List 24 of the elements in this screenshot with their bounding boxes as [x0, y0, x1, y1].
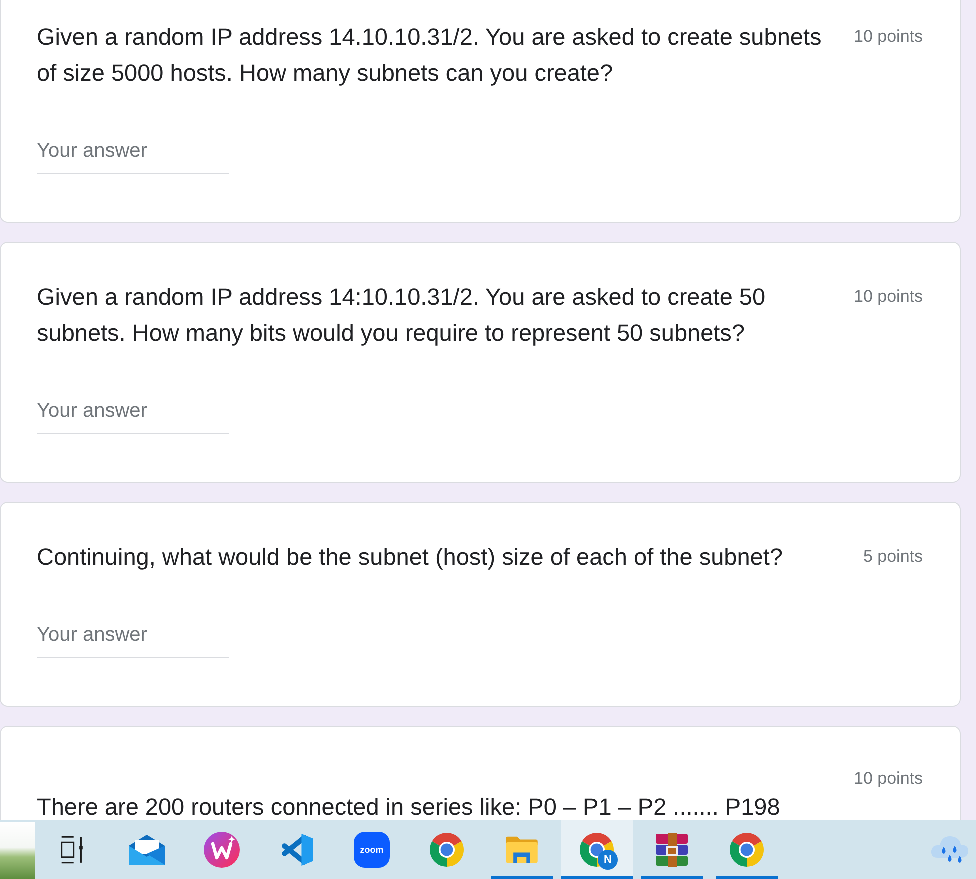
- taskbar-button[interactable]: N: [561, 820, 633, 879]
- envelope-icon: [129, 834, 165, 864]
- answer-field[interactable]: Your answer: [37, 397, 229, 434]
- answer-field[interactable]: Your answer: [37, 621, 229, 658]
- question-text: Given a random IP address 14:10.10.31/2. You are asked to create 50 subnets. How many bits would you require to represent 50 subnets?: [37, 283, 767, 348]
- points-label: 10 points: [854, 286, 923, 308]
- question-text: Continuing, what would be the subnet (host) size of each of the subnet?: [37, 543, 784, 572]
- taskbar-button[interactable]: zoom: [336, 820, 408, 879]
- profile-badge: N: [598, 850, 618, 870]
- points-label: 5 points: [863, 546, 923, 568]
- zigzag-circle-icon: [204, 832, 240, 868]
- app-logo: zoom: [354, 832, 390, 868]
- points-label: 10 points: [854, 26, 923, 48]
- photo-placeholder[interactable]: [0, 822, 35, 879]
- answer-field[interactable]: Your answer: [37, 137, 229, 174]
- points-label: 10 points: [854, 768, 923, 790]
- segmented-circle-icon: [429, 832, 465, 868]
- folder-icon: [505, 836, 539, 864]
- ribbon-icon: [280, 832, 314, 866]
- question-text: There are 200 routers connected in series like: P0 – P1 – P2 ....... P198: [37, 795, 782, 819]
- segmented-circle-icon: [729, 832, 765, 868]
- task-view-icon: [60, 836, 84, 864]
- book-stack-icon: [654, 832, 690, 866]
- question-text: Given a random IP address 14.10.10.31/2. You are asked to create subnets of size 5000 hosts. How many subnets can you create?: [37, 23, 823, 88]
